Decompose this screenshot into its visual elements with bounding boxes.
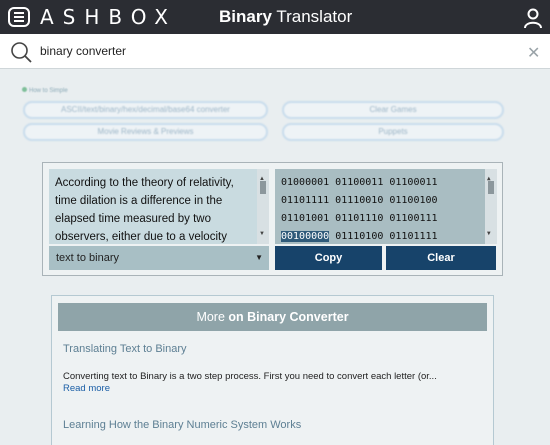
search-bar: ✕ — [0, 34, 550, 69]
related-link-1[interactable]: ASCII/text/binary/hex/decimal/base64 con… — [23, 101, 268, 119]
page-title-rest: Translator — [271, 7, 353, 26]
output-scrollbar[interactable]: ▲ ▼ — [485, 169, 497, 244]
scroll-thumb[interactable] — [260, 181, 266, 194]
more-heading-bold: on Binary Converter — [228, 310, 349, 324]
input-scrollbar[interactable]: ▲ ▼ — [257, 169, 269, 244]
clear-button[interactable]: Clear — [386, 246, 496, 270]
more-section: More on Binary Converter Translating Tex… — [51, 295, 494, 445]
ashbox-logo[interactable]: ASHBOX — [40, 5, 177, 29]
clear-search-icon[interactable]: ✕ — [527, 43, 540, 63]
related-link-3[interactable]: Movie Reviews & Previews — [23, 123, 268, 141]
menu-icon[interactable] — [8, 7, 30, 27]
related-link-4[interactable]: Puppets — [282, 123, 504, 141]
howto-text: How to Simple — [29, 88, 68, 94]
scroll-thumb[interactable] — [488, 181, 494, 194]
output-text: 01000001 01100011 01100011 01101111 0111… — [281, 177, 438, 224]
output-text-highlight: 00100000 — [281, 231, 330, 242]
user-icon[interactable] — [522, 7, 544, 29]
mode-select[interactable]: text to binary ▼ — [49, 246, 269, 270]
scroll-down-icon[interactable]: ▼ — [487, 225, 491, 243]
input-text: According to the theory of relativity, t… — [55, 177, 234, 243]
text-input-area[interactable]: According to the theory of relativity, t… — [49, 169, 269, 244]
page-title-bold: Binary — [219, 7, 272, 26]
translator-panel: According to the theory of relativity, t… — [42, 162, 503, 276]
binary-output-area[interactable]: 01000001 01100011 01100011 01101111 0111… — [275, 169, 497, 244]
article-title-2[interactable]: Learning How the Binary Numeric System W… — [63, 419, 301, 431]
search-input[interactable] — [40, 40, 500, 62]
more-heading: More on Binary Converter — [58, 303, 487, 331]
article-title-1[interactable]: Translating Text to Binary — [63, 343, 187, 355]
copy-button[interactable]: Copy — [275, 246, 382, 270]
output-text-tail: 01110100 01101111 — [329, 231, 438, 242]
mode-select-value: text to binary — [56, 252, 119, 264]
howto-dot-icon — [22, 87, 27, 92]
scroll-down-icon[interactable]: ▼ — [259, 225, 265, 243]
search-icon[interactable] — [10, 41, 32, 63]
read-more-link[interactable]: Read more — [63, 383, 110, 394]
page-title: Binary Translator — [219, 7, 352, 27]
related-link-2[interactable]: Clear Games — [282, 101, 504, 119]
top-header: ASHBOX Binary Translator — [0, 0, 550, 34]
chevron-down-icon: ▼ — [255, 253, 263, 262]
article-snippet-1: Converting text to Binary is a two step … — [63, 371, 437, 382]
more-heading-prefix: More — [196, 310, 229, 324]
howto-label: How to Simple — [22, 87, 68, 94]
